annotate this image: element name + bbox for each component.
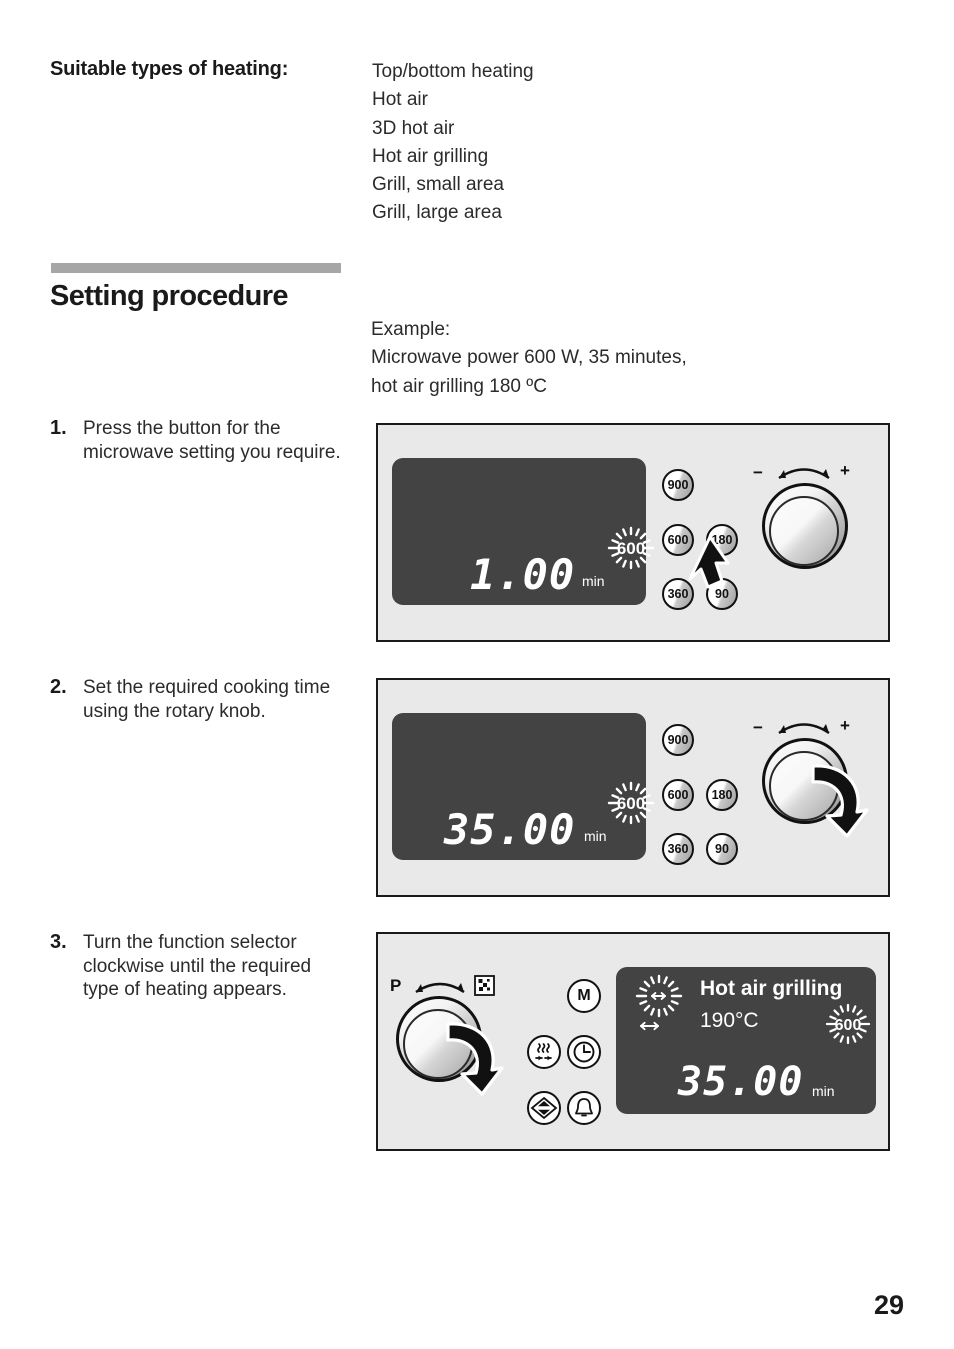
power-button-900[interactable]: 900 bbox=[662, 469, 694, 501]
example-line: Microwave power 600 W, 35 minutes, bbox=[371, 347, 687, 369]
step-number: 1. bbox=[50, 417, 67, 439]
press-arrow-icon bbox=[666, 535, 736, 597]
display-time-unit: min bbox=[582, 573, 605, 589]
display-time-unit: min bbox=[584, 828, 607, 844]
clockwise-turn-arrow-icon bbox=[446, 1022, 504, 1096]
step-instruction: Press the button for the microwave setti… bbox=[83, 418, 341, 463]
knob-minus-label: − bbox=[753, 463, 763, 482]
step-number: 3. bbox=[50, 931, 67, 953]
example-line: hot air grilling 180 ºC bbox=[371, 375, 547, 397]
bell-button[interactable] bbox=[567, 1091, 601, 1125]
illustration-panel-step3: P M Hot air grilling 190°C 35.00 min 600 bbox=[376, 932, 890, 1151]
knob-plus-label: + bbox=[840, 461, 850, 480]
display-temperature-text: 190°C bbox=[700, 1009, 759, 1032]
updown-button[interactable] bbox=[527, 1091, 561, 1125]
section-rule bbox=[51, 263, 341, 273]
power-button-360[interactable]: 360 bbox=[662, 833, 694, 865]
heating-types-list: Top/bottom heating Hot air 3D hot air Ho… bbox=[372, 58, 534, 228]
control-display-screen: Hot air grilling 190°C 35.00 min 600 bbox=[616, 967, 876, 1114]
bell-icon bbox=[575, 1098, 593, 1117]
blink-power-value: 600 bbox=[835, 1017, 862, 1034]
updown-icon bbox=[530, 1096, 558, 1120]
step-number: 2. bbox=[50, 676, 67, 698]
list-item: Grill, small area bbox=[372, 174, 504, 196]
power-button-180[interactable]: 180 bbox=[706, 779, 738, 811]
display-mode-text: Hot air grilling bbox=[700, 977, 843, 1000]
list-item: Grill, large area bbox=[372, 202, 502, 224]
heating-mode-indicator-icon bbox=[628, 970, 692, 1038]
list-item: Hot air bbox=[372, 89, 428, 111]
rotary-knob[interactable] bbox=[762, 483, 848, 569]
list-item: Top/bottom heating bbox=[372, 61, 534, 82]
suitable-heating-label: Suitable types of heating: bbox=[50, 58, 289, 80]
display-time-unit: min bbox=[812, 1083, 835, 1099]
clock-button[interactable] bbox=[567, 1035, 601, 1069]
step-instruction: Turn the function selector clockwise unt… bbox=[83, 932, 312, 1000]
blinking-power-indicator: 600 bbox=[605, 521, 663, 577]
knob-plus-label: + bbox=[840, 716, 850, 735]
power-button-900[interactable]: 900 bbox=[662, 724, 694, 756]
display-time-value: 1.00 bbox=[470, 550, 576, 599]
microwave-symbol-icon bbox=[474, 975, 495, 996]
power-button-90[interactable]: 90 bbox=[706, 833, 738, 865]
illustration-panel-step2: 35.00 min 600 900 600 180 360 90 − + bbox=[376, 678, 890, 897]
example-block: Example: Microwave power 600 W, 35 minut… bbox=[371, 316, 687, 401]
selector-p-label: P bbox=[390, 976, 402, 995]
blinking-power-indicator: 600 bbox=[822, 997, 880, 1053]
illustration-panel-step1: 1.00 min 600 900 600 180 360 90 − + bbox=[376, 423, 890, 642]
bidirectional-arrow-icon bbox=[415, 982, 465, 994]
step-instruction: Set the required cooking time using the … bbox=[83, 677, 331, 722]
heating-mode-icon bbox=[535, 1043, 552, 1061]
list-item: 3D hot air bbox=[372, 117, 455, 139]
example-line: Example: bbox=[371, 319, 451, 340]
blink-power-value: 600 bbox=[617, 794, 645, 813]
clockwise-turn-arrow-icon bbox=[811, 764, 869, 838]
bidirectional-arrow-icon bbox=[778, 723, 830, 734]
display-time-value: 35.00 bbox=[678, 1059, 804, 1105]
power-button-600[interactable]: 600 bbox=[662, 779, 694, 811]
knob-minus-label: − bbox=[753, 718, 763, 737]
bidirectional-arrow-icon bbox=[778, 468, 830, 479]
heating-mode-button[interactable] bbox=[527, 1035, 561, 1069]
display-time-value: 35.00 bbox=[444, 805, 576, 854]
blinking-power-indicator: 600 bbox=[605, 776, 663, 832]
clock-icon bbox=[573, 1041, 595, 1063]
document-page: Suitable types of heating: Top/bottom he… bbox=[0, 0, 954, 1349]
memory-button-label: M bbox=[577, 987, 591, 1004]
blink-power-value: 600 bbox=[617, 539, 645, 558]
page-number: 29 bbox=[873, 1290, 904, 1320]
page-title: Setting procedure bbox=[50, 280, 289, 312]
list-item: Hot air grilling bbox=[372, 145, 489, 167]
memory-button[interactable]: M bbox=[567, 979, 601, 1013]
knob-face bbox=[769, 496, 839, 566]
